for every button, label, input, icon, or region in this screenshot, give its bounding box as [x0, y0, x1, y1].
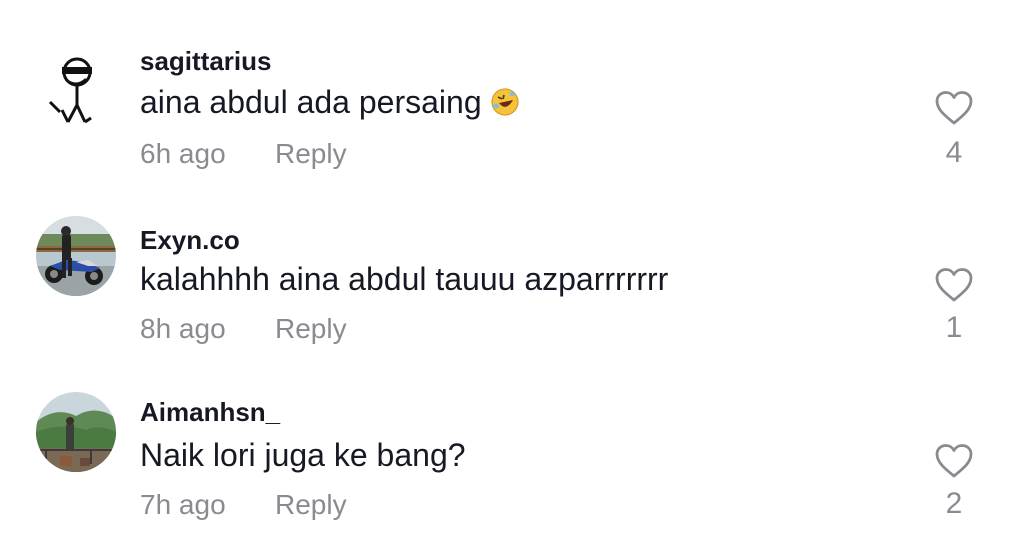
like-count: 2	[945, 487, 963, 520]
comment-item: Aimanhsn_ Naik lori juga ke bang? 7h ago…	[0, 389, 1026, 559]
avatar[interactable]	[36, 216, 116, 296]
like-count: 4	[945, 136, 963, 169]
avatar[interactable]	[36, 50, 116, 130]
comment-text: Naik lori juga ke bang?	[140, 437, 466, 473]
comment-text: kalahhhh aina abdul tauuu azparrrrrrr	[140, 261, 669, 297]
comment-time: 8h ago	[140, 313, 226, 344]
heart-icon	[935, 444, 973, 478]
comment-item: sagittarius aina abdul ada persaing 6h a…	[0, 40, 1026, 210]
heart-icon	[935, 268, 973, 302]
heart-icon	[935, 91, 973, 125]
comment-item: Exyn.co kalahhhh aina abdul tauuu azparr…	[0, 213, 1026, 383]
like-button[interactable]	[934, 90, 974, 126]
like-button[interactable]	[934, 443, 974, 479]
comment-time: 6h ago	[140, 138, 226, 169]
comment-meta: 7h ago Reply	[140, 489, 347, 521]
comment-time: 7h ago	[140, 489, 226, 520]
stick-figure-avatar-icon	[48, 57, 92, 124]
comment-text: aina abdul ada persaing	[140, 84, 520, 121]
reply-button[interactable]: Reply	[275, 489, 347, 521]
comment-username[interactable]: sagittarius	[140, 46, 272, 77]
avatar[interactable]	[36, 392, 116, 472]
comment-meta: 6h ago Reply	[140, 138, 347, 170]
hills-photo-icon	[36, 392, 116, 472]
motorcycle-photo-icon	[36, 216, 116, 296]
like-button[interactable]	[934, 267, 974, 303]
comment-meta: 8h ago Reply	[140, 313, 347, 345]
reply-button[interactable]: Reply	[275, 138, 347, 170]
like-count: 1	[945, 311, 963, 344]
reply-button[interactable]: Reply	[275, 313, 347, 345]
comment-username[interactable]: Aimanhsn_	[140, 397, 280, 428]
comment-text-body: aina abdul ada persaing	[140, 84, 482, 120]
comment-username[interactable]: Exyn.co	[140, 225, 240, 256]
laughing-emoji-icon	[491, 88, 519, 116]
